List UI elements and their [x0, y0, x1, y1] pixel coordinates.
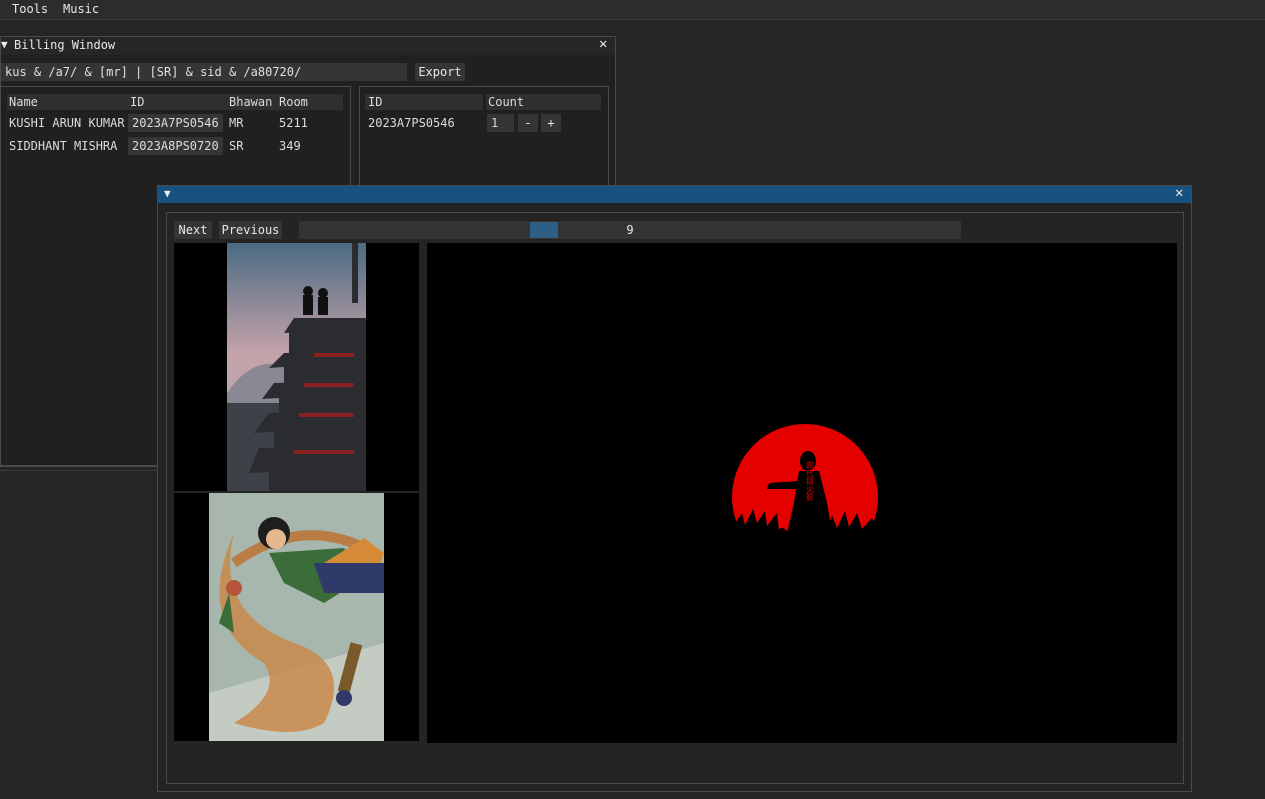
menu-bar: Tools Music	[0, 0, 1265, 20]
slider-value: 9	[626, 223, 634, 237]
martial-artist-image	[209, 493, 384, 741]
collapse-triangle-icon[interactable]: ▼	[1, 38, 8, 51]
decrement-button[interactable]: -	[518, 114, 538, 132]
image-viewer-content: Next Previous 9 四代目火影	[166, 212, 1184, 784]
search-input[interactable]	[1, 63, 405, 81]
export-button[interactable]: Export	[415, 63, 465, 81]
menu-tools[interactable]: Tools	[12, 2, 48, 16]
row-room: 5211	[279, 116, 308, 130]
increment-button[interactable]: +	[541, 114, 561, 132]
pagoda-image	[227, 243, 366, 491]
row-name: SIDDHANT MISHRA	[9, 139, 118, 153]
count-table: ID Count 2023A7PS0546 1 - +	[359, 86, 609, 196]
cloak-kanji: 四代目火影	[806, 461, 815, 502]
row-bhawan: MR	[229, 116, 244, 130]
column-header-name[interactable]: Name	[9, 95, 38, 109]
column-header-id[interactable]: ID	[130, 95, 144, 109]
menu-music[interactable]: Music	[63, 2, 99, 16]
row-room: 349	[279, 139, 301, 153]
count-value[interactable]: 1	[487, 114, 514, 132]
column-header-bhawan[interactable]: Bhawan	[229, 95, 272, 109]
panel-divider	[0, 466, 158, 467]
thumbnail-martial-artist[interactable]	[174, 493, 419, 741]
row-bhawan: SR	[229, 139, 244, 153]
image-index-slider[interactable]: 9	[299, 221, 961, 239]
billing-window-title: Billing Window	[14, 38, 116, 52]
search-input-wrap	[1, 63, 407, 81]
panel-divider	[0, 470, 158, 471]
thumbnail-pagoda[interactable]	[174, 243, 419, 491]
column-header-room[interactable]: Room	[279, 95, 308, 109]
red-moon-silhouette-image: 四代目火影	[732, 424, 879, 570]
next-button[interactable]: Next	[174, 221, 212, 239]
collapse-triangle-icon[interactable]: ▼	[164, 187, 171, 200]
image-viewer-window: ▼ ✕ Next Previous 9 四代目火影	[157, 185, 1192, 792]
image-viewer-titlebar[interactable]: ▼ ✕	[158, 185, 1191, 203]
row-id-button[interactable]: 2023A8PS0720	[128, 137, 223, 155]
column-header-id[interactable]: ID	[368, 95, 382, 109]
row-id-button[interactable]: 2023A7PS0546	[128, 114, 223, 132]
column-header-count[interactable]: Count	[488, 95, 524, 109]
row-name: KUSHI ARUN KUMAR	[9, 116, 125, 130]
table-header	[365, 94, 483, 110]
previous-button[interactable]: Previous	[219, 221, 282, 239]
main-image: 四代目火影	[427, 243, 1177, 743]
billing-window-titlebar[interactable]: ▼ Billing Window ✕	[1, 36, 615, 55]
close-icon[interactable]: ✕	[1175, 185, 1183, 201]
count-row-id: 2023A7PS0546	[368, 116, 455, 130]
close-icon[interactable]: ✕	[599, 36, 607, 52]
